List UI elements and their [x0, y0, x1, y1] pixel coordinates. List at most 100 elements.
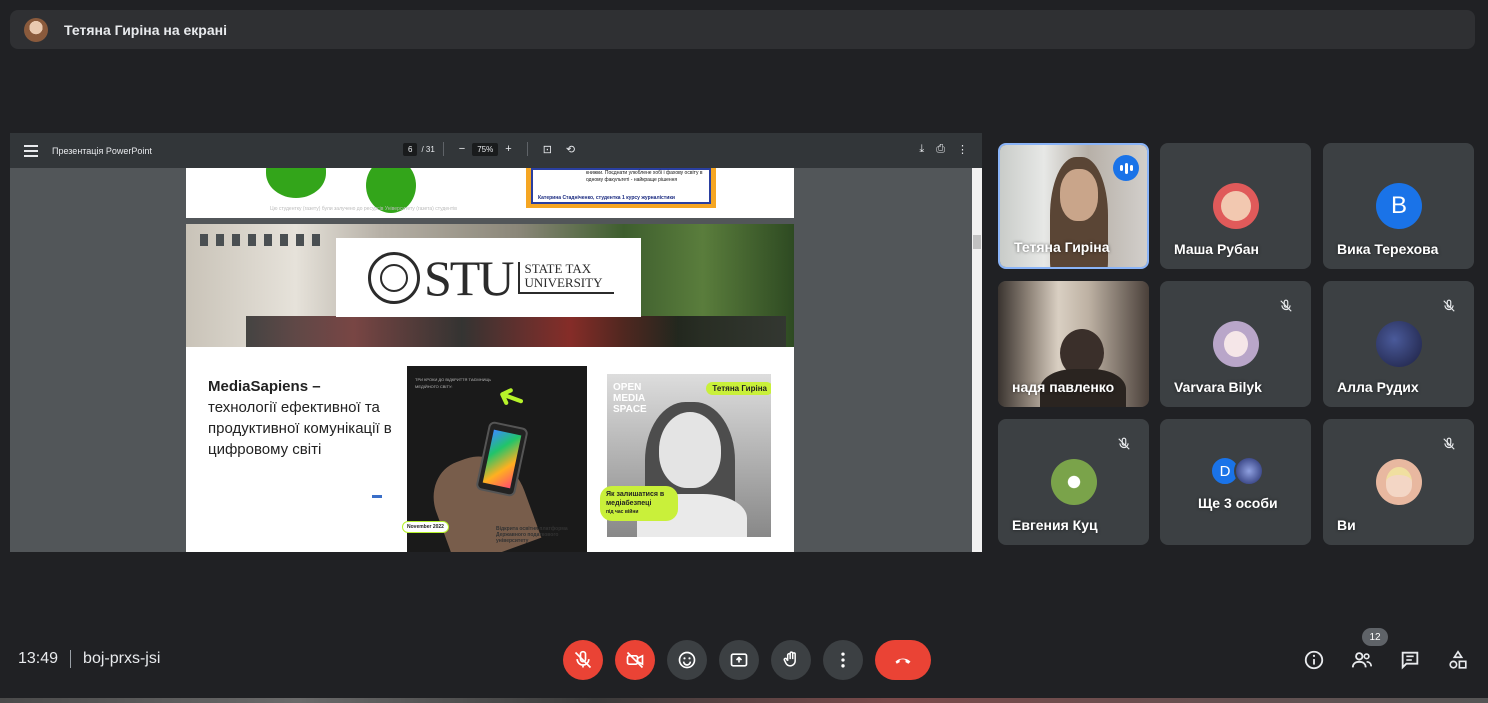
- print-icon[interactable]: ⎙: [936, 143, 945, 156]
- more-vert-icon: [841, 652, 845, 668]
- mic-off-icon: [1115, 435, 1133, 453]
- poster-text: ТРИ КРОКИ ДО ВІДКРИТТЯ ТАЄМНИЦЬ МЕДІЙНОГ…: [415, 377, 492, 389]
- mic-off-icon: [1277, 297, 1295, 315]
- more-options-button[interactable]: [823, 640, 863, 680]
- slide-page: STU STATE TAX UNIVERSITY MediaSapiens – …: [186, 224, 794, 552]
- hang-up-icon: [895, 658, 911, 664]
- mic-toggle-button[interactable]: [563, 640, 603, 680]
- presenting-text: Тетяна Гиріна на екрані: [64, 21, 227, 38]
- poster-footer: Відкрита освітня платформа Державного по…: [496, 526, 568, 544]
- activities-icon: [1449, 650, 1467, 669]
- logo-words: STATE TAX UNIVERSITY: [518, 261, 615, 294]
- university-seal-icon: [368, 251, 420, 304]
- slide-title-body: технології ефективної та продуктивної ко…: [208, 399, 392, 458]
- previous-page: книжки. Поєднати улюблене хобі і фахову …: [186, 168, 794, 218]
- participant-tile[interactable]: надя павленко: [998, 281, 1149, 407]
- stu-logo: STU STATE TAX UNIVERSITY: [336, 238, 641, 317]
- page-number-input[interactable]: 6: [403, 142, 418, 156]
- topic-tag-small: під час війни: [606, 509, 639, 515]
- clock: 13:49: [18, 650, 59, 667]
- meeting-info: 13:49 boj-prxs-jsi: [18, 650, 160, 668]
- arrow-icon: ➜: [491, 375, 532, 421]
- avatar: [1234, 456, 1264, 486]
- window: [216, 234, 224, 246]
- zoom-level[interactable]: 75%: [472, 142, 499, 156]
- present-screen-button[interactable]: [719, 640, 759, 680]
- slide-title-bold: MediaSapiens –: [208, 378, 321, 395]
- chat-icon: [1401, 651, 1419, 670]
- avatar: [1051, 459, 1097, 505]
- participant-count-badge: 12: [1362, 628, 1388, 646]
- reactions-button[interactable]: [667, 640, 707, 680]
- topic-tag: Як залишатися в медіабезпеці під час вій…: [600, 486, 678, 521]
- meeting-details-button[interactable]: [1300, 646, 1328, 674]
- speaking-indicator-icon: [1113, 155, 1139, 181]
- participant-tile-self[interactable]: Ви: [1323, 419, 1474, 545]
- more-vert-icon[interactable]: ⋮: [957, 143, 968, 156]
- rotate-icon[interactable]: ⟲: [566, 143, 575, 156]
- menu-icon[interactable]: [24, 144, 38, 157]
- logo-letters: STU: [424, 249, 514, 306]
- presenting-banner: Тетяна Гиріна на екрані: [10, 10, 1475, 49]
- meet-window: Тетяна Гиріна на екрані Презентація Powe…: [0, 0, 1488, 703]
- window: [296, 234, 304, 246]
- window: [232, 234, 240, 246]
- pdf-toolbar: Презентація PowerPoint 6 / 31 − 75% + ⊡ …: [10, 133, 982, 168]
- leave-call-button[interactable]: [875, 640, 931, 680]
- participant-face: [1060, 169, 1098, 221]
- topic-tag-text: Як залишатися в медіабезпеці: [606, 491, 665, 507]
- crowd-photo: [246, 316, 786, 347]
- divider: [526, 142, 528, 156]
- window: [264, 234, 272, 246]
- mic-off-icon: [1440, 435, 1458, 453]
- pdf-scrollbar[interactable]: [972, 168, 982, 552]
- window: [312, 234, 320, 246]
- slide-title: MediaSapiens – технології ефективної та …: [208, 376, 398, 460]
- university-photo: STU STATE TAX UNIVERSITY: [186, 224, 794, 347]
- download-icon[interactable]: ⤓: [919, 143, 924, 156]
- participant-name: Ви: [1337, 517, 1356, 533]
- side-panel-controls: [1300, 646, 1472, 674]
- participant-name: Алла Рудих: [1337, 379, 1419, 395]
- zoom-out-icon[interactable]: −: [459, 143, 465, 155]
- camera-toggle-button[interactable]: [615, 640, 655, 680]
- participant-tile-more[interactable]: D Ще 3 особи: [1160, 419, 1311, 545]
- participant-tile[interactable]: Алла Рудих: [1323, 281, 1474, 407]
- grouped-avatars: D: [1210, 456, 1264, 486]
- divider: [70, 650, 72, 668]
- meeting-code: boj-prxs-jsi: [83, 650, 161, 667]
- call-controls: [563, 640, 931, 680]
- pdf-page-controls: 6 / 31 − 75% + ⊡ ⟲: [403, 142, 582, 156]
- chat-button[interactable]: [1396, 646, 1424, 674]
- participant-tile[interactable]: Маша Рубан: [1160, 143, 1311, 269]
- participant-tile[interactable]: Тетяна Гиріна: [998, 143, 1149, 269]
- participant-name: Тетяна Гиріна: [1014, 239, 1110, 255]
- shared-screen: Презентація PowerPoint 6 / 31 − 75% + ⊡ …: [10, 133, 982, 552]
- present-icon: [730, 653, 748, 667]
- avatar: [1376, 459, 1422, 505]
- scroll-thumb[interactable]: [973, 235, 981, 249]
- page-total: / 31: [421, 144, 435, 154]
- window: [280, 234, 288, 246]
- poster-date: November 2022: [402, 521, 449, 533]
- speaker-name-tag: Тетяна Гиріна: [706, 382, 771, 395]
- mic-off-icon: [574, 650, 592, 669]
- divider: [442, 142, 444, 156]
- frog-illustration: [266, 168, 326, 198]
- participant-tile[interactable]: В Вика Терехова: [1323, 143, 1474, 269]
- participant-tile[interactable]: Евгения Куц: [998, 419, 1149, 545]
- activities-button[interactable]: [1444, 646, 1472, 674]
- presenter-avatar: [24, 17, 48, 42]
- raise-hand-button[interactable]: [771, 640, 811, 680]
- avatar: [1213, 183, 1259, 229]
- zoom-in-icon[interactable]: +: [505, 143, 511, 155]
- participant-name: Маша Рубан: [1174, 241, 1259, 257]
- decorative-dash: [372, 495, 382, 498]
- avatar: [1213, 321, 1259, 367]
- os-taskbar-strip: [0, 698, 1488, 703]
- emoji-icon: [678, 651, 696, 669]
- participant-tile[interactable]: Varvara Bilyk: [1160, 281, 1311, 407]
- people-button[interactable]: [1348, 646, 1376, 674]
- quote-text: книжки. Поєднати улюблене хобі і фахову …: [586, 170, 703, 183]
- fit-page-icon[interactable]: ⊡: [543, 143, 552, 156]
